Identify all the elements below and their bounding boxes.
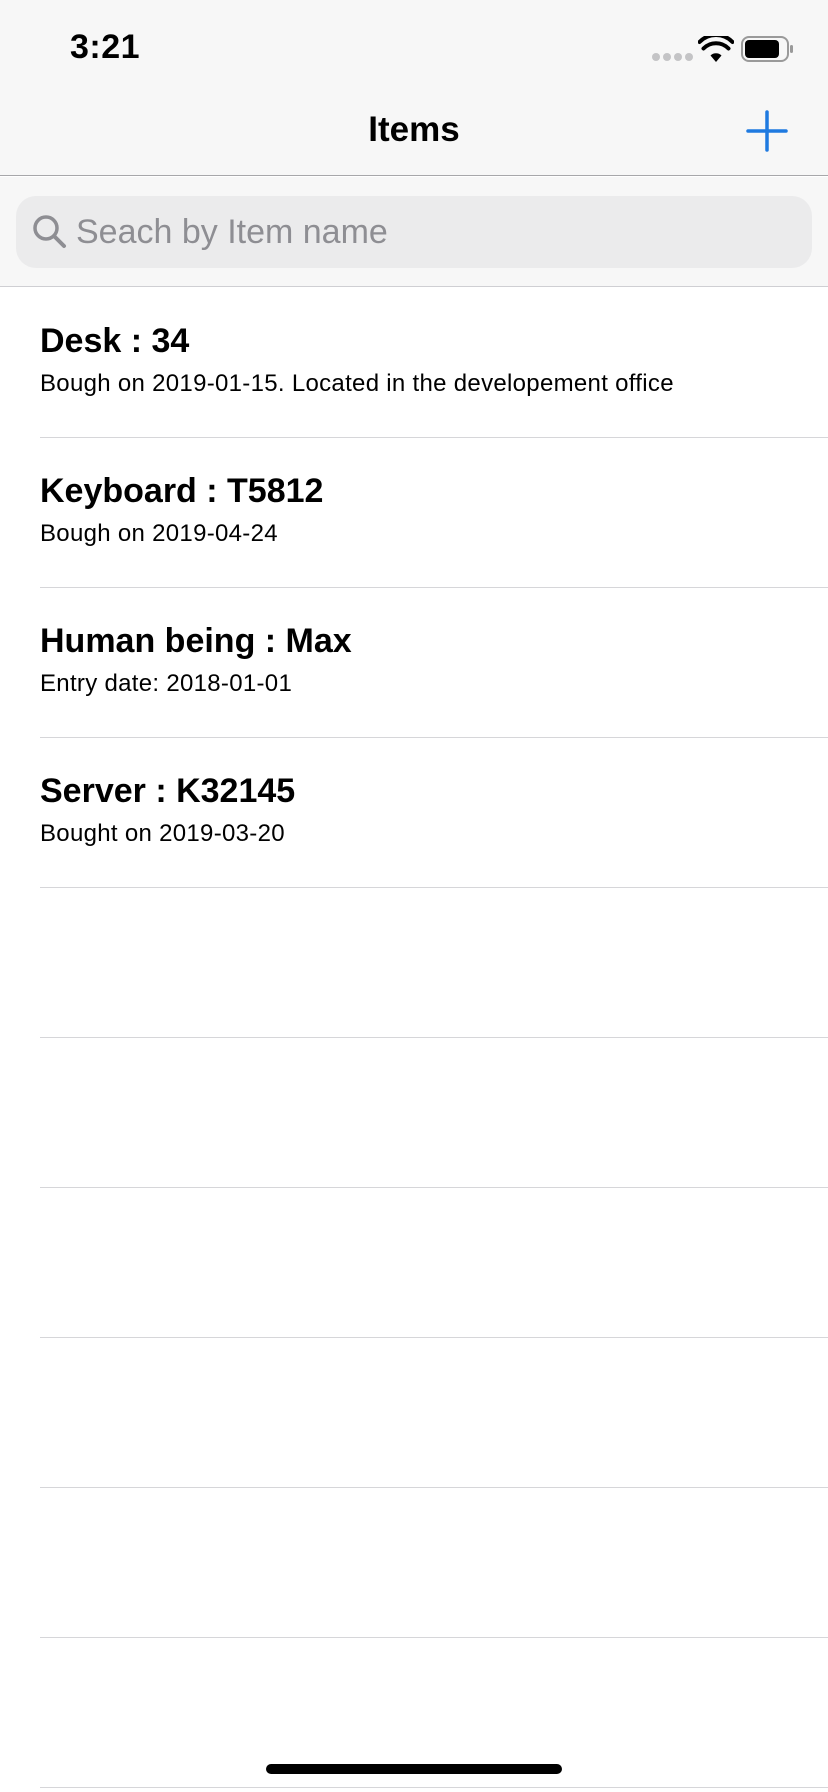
item-list: Desk : 34 Bough on 2019-01-15. Located i… [0, 288, 828, 1788]
empty-row [40, 1038, 828, 1188]
home-indicator[interactable] [266, 1764, 562, 1774]
search-icon [33, 215, 66, 248]
item-title: Keyboard : T5812 [40, 472, 324, 510]
list-item-desk[interactable]: Desk : 34 Bough on 2019-01-15. Located i… [40, 288, 828, 438]
page-title: Items [368, 110, 460, 149]
empty-row [40, 1188, 828, 1338]
empty-row [40, 1488, 828, 1638]
status-time: 3:21 [70, 28, 141, 66]
cellular-signal-icon [652, 53, 693, 61]
item-subtitle: Bough on 2019-04-24 [40, 520, 278, 547]
item-title: Human being : Max [40, 622, 352, 660]
search-input[interactable] [76, 196, 796, 268]
search-field[interactable] [16, 196, 812, 268]
item-subtitle: Bought on 2019-03-20 [40, 820, 285, 847]
item-subtitle: Bough on 2019-01-15. Located in the deve… [40, 370, 674, 397]
search-bar [0, 177, 828, 287]
item-subtitle: Entry date: 2018-01-01 [40, 670, 293, 697]
wifi-icon [698, 36, 734, 62]
plus-icon [746, 110, 788, 152]
item-title: Desk : 34 [40, 322, 190, 360]
list-item-human-being[interactable]: Human being : Max Entry date: 2018-01-01 [40, 588, 828, 738]
list-item-keyboard[interactable]: Keyboard : T5812 Bough on 2019-04-24 [40, 438, 828, 588]
battery-icon [741, 36, 793, 62]
navigation-bar: 3:21 Items [0, 0, 828, 176]
item-title: Server : K32145 [40, 772, 296, 810]
empty-row [40, 888, 828, 1038]
list-item-server[interactable]: Server : K32145 Bought on 2019-03-20 [40, 738, 828, 888]
add-item-button[interactable] [744, 108, 790, 154]
empty-row [40, 1338, 828, 1488]
screen: 3:21 Items Seach by Item name Desk: 34 … [0, 0, 828, 1792]
